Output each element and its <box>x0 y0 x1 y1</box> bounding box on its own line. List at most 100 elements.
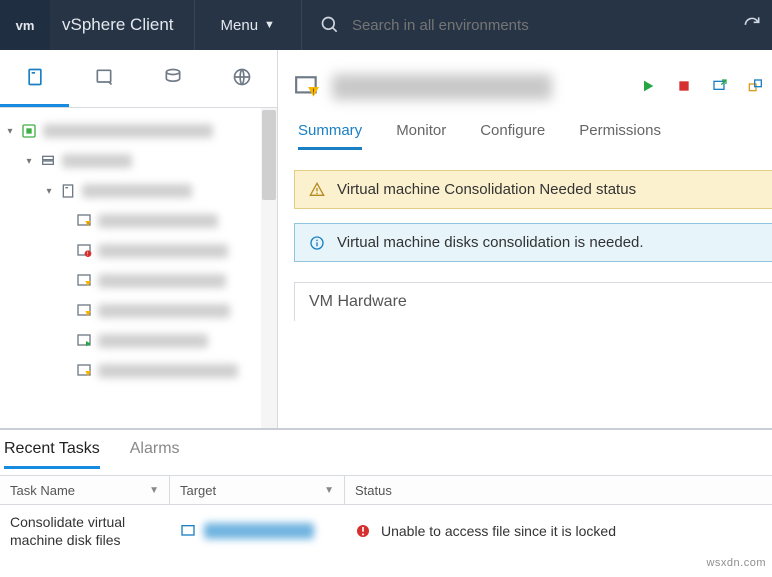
task-row[interactable]: Consolidate virtual machine disk files U… <box>0 505 772 549</box>
inventory-tabs <box>0 50 277 108</box>
vms-icon <box>94 67 114 87</box>
tree-scrollbar[interactable] <box>261 108 277 428</box>
host-icon <box>60 183 76 199</box>
vm-warning-icon: ! <box>76 213 92 229</box>
global-search[interactable] <box>302 15 578 35</box>
tree-label-redacted <box>62 154 132 168</box>
hosts-icon <box>25 67 45 87</box>
alert-warning: Virtual machine Consolidation Needed sta… <box>294 170 772 209</box>
storage-tab[interactable] <box>139 50 208 107</box>
caret-icon[interactable]: ▾ <box>44 186 54 197</box>
column-status[interactable]: Status <box>345 476 772 504</box>
tree-row-vm[interactable] <box>4 266 277 296</box>
networking-tab[interactable] <box>208 50 277 107</box>
vm-hardware-panel[interactable]: VM Hardware <box>294 282 772 321</box>
tree-row-datacenter[interactable]: ▾ <box>4 146 277 176</box>
vcenter-icon <box>21 123 37 139</box>
svg-text:!: ! <box>312 87 314 97</box>
vm-icon <box>180 523 196 539</box>
tab-alarms[interactable]: Alarms <box>130 440 180 469</box>
main-pane: ! Summary Monitor Configure <box>278 50 772 428</box>
migrate-button[interactable] <box>748 78 764 97</box>
tree-row-vm[interactable] <box>4 356 277 386</box>
vm-warning-icon <box>76 273 92 289</box>
tree-row-vm[interactable] <box>4 326 277 356</box>
tree-label-redacted <box>98 244 228 258</box>
alert-info: Virtual machine disks consolidation is n… <box>294 223 772 262</box>
task-name-cell: Consolidate virtual machine disk files <box>0 513 170 549</box>
menu-label: Menu <box>221 17 259 34</box>
vm-error-icon: ! <box>76 243 92 259</box>
vm-name-redacted <box>332 74 552 100</box>
caret-icon[interactable]: ▾ <box>5 126 15 137</box>
tab-recent-tasks[interactable]: Recent Tasks <box>4 440 100 469</box>
panel-title: VM Hardware <box>309 293 407 310</box>
error-icon <box>355 523 371 539</box>
caret-icon[interactable]: ▾ <box>24 156 34 167</box>
refresh-icon <box>742 14 762 34</box>
task-target-redacted <box>204 523 314 539</box>
task-status-cell: Unable to access file since it is locked <box>345 523 772 539</box>
tree-row-host[interactable]: ▾ <box>4 176 277 206</box>
search-icon <box>320 15 340 35</box>
search-input[interactable] <box>350 16 560 35</box>
tasks-grid-header: Task Name ▼ Target ▼ Status <box>0 475 772 505</box>
info-icon <box>309 235 325 251</box>
vm-action-bar <box>640 78 772 97</box>
tree-label-redacted <box>98 274 226 288</box>
task-target-cell[interactable] <box>170 523 345 539</box>
tab-configure[interactable]: Configure <box>480 122 545 150</box>
network-icon <box>232 67 252 87</box>
vm-running-icon <box>76 333 92 349</box>
column-target[interactable]: Target ▼ <box>170 476 345 504</box>
hosts-clusters-tab[interactable] <box>0 50 69 107</box>
vm-warning-icon <box>76 303 92 319</box>
launch-console-button[interactable] <box>712 78 728 97</box>
bottom-tabs: Recent Tasks Alarms <box>0 430 772 469</box>
tree-row-vm[interactable]: ! <box>4 206 277 236</box>
inventory-tree[interactable]: ▾ ▾ ▾ <box>0 108 277 428</box>
task-status-text: Unable to access file since it is locked <box>381 523 616 539</box>
vm-warning-icon: ! <box>294 74 320 100</box>
detail-tabs: Summary Monitor Configure Permissions <box>294 122 772 150</box>
power-off-button[interactable] <box>676 78 692 97</box>
svg-text:!: ! <box>87 252 88 258</box>
chevron-down-icon: ▼ <box>324 485 334 496</box>
bottom-panel: Recent Tasks Alarms Task Name ▼ Target ▼… <box>0 428 772 577</box>
alert-warning-text: Virtual machine Consolidation Needed sta… <box>337 181 636 198</box>
power-on-button[interactable] <box>640 78 656 97</box>
datacenter-icon <box>40 153 56 169</box>
column-label: Status <box>355 483 392 498</box>
tab-summary[interactable]: Summary <box>298 122 362 150</box>
stop-icon <box>676 78 692 94</box>
vm-logo: vm <box>0 0 50 50</box>
column-task-name[interactable]: Task Name ▼ <box>0 476 170 504</box>
tree-label-redacted <box>98 304 230 318</box>
watermark: wsxdn.com <box>706 557 766 569</box>
tree-label-redacted <box>82 184 192 198</box>
vm-warning-icon <box>76 363 92 379</box>
tab-monitor[interactable]: Monitor <box>396 122 446 150</box>
refresh-button[interactable] <box>742 14 772 37</box>
column-label: Target <box>180 483 216 498</box>
scrollbar-thumb[interactable] <box>262 110 276 200</box>
app-header: vm vSphere Client Menu ▼ <box>0 0 772 50</box>
tree-label-redacted <box>98 214 218 228</box>
vms-templates-tab[interactable] <box>69 50 138 107</box>
warning-icon <box>309 182 325 198</box>
chevron-down-icon: ▼ <box>149 485 159 496</box>
storage-icon <box>163 67 183 87</box>
column-label: Task Name <box>10 483 75 498</box>
menu-dropdown[interactable]: Menu ▼ <box>195 17 301 34</box>
migrate-icon <box>748 78 764 94</box>
chevron-down-icon: ▼ <box>264 19 275 31</box>
vm-header: ! <box>294 74 772 100</box>
tree-label-redacted <box>98 364 238 378</box>
play-icon <box>640 78 656 94</box>
tree-row-vcenter[interactable]: ▾ <box>4 116 277 146</box>
tab-permissions[interactable]: Permissions <box>579 122 661 150</box>
tree-row-vm[interactable] <box>4 296 277 326</box>
console-icon <box>712 78 728 94</box>
tree-label-redacted <box>98 334 208 348</box>
tree-row-vm[interactable]: ! <box>4 236 277 266</box>
